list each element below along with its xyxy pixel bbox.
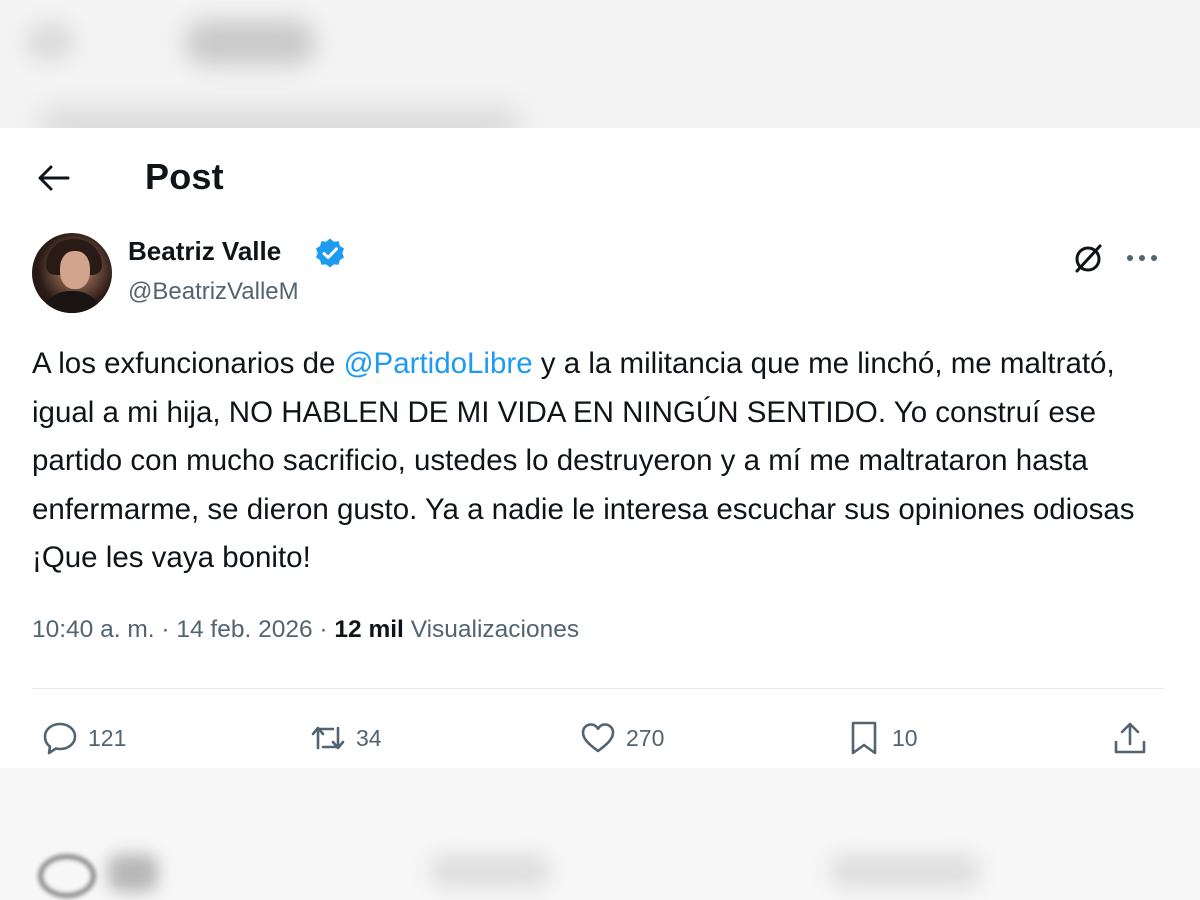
meta-separator: · [319, 616, 328, 643]
reply-icon [43, 722, 77, 755]
post-text-part: A los exfuncionarios de [32, 347, 344, 380]
like-count: 270 [626, 724, 665, 751]
blurred-background-top [0, 0, 1200, 130]
heart-icon [581, 723, 615, 753]
blurred-shape [25, 22, 75, 62]
post-card: Post Beatriz Valle @BeatrizValleM A los … [0, 128, 1200, 768]
divider [32, 688, 1164, 689]
bookmark-button[interactable]: 10 [844, 713, 918, 763]
back-button[interactable] [30, 158, 76, 198]
views-label: Visualizaciones [410, 616, 580, 643]
blurred-reply-icon [38, 854, 96, 898]
avatar[interactable] [32, 233, 112, 313]
mention-link[interactable]: @PartidoLibre [344, 347, 533, 380]
post-meta: 10:40 a. m. · 14 feb. 2026 · 12 mil Visu… [32, 616, 579, 644]
post-date[interactable]: 14 feb. 2026 [176, 616, 312, 643]
bookmark-count: 10 [892, 724, 918, 751]
share-button[interactable] [1110, 713, 1150, 763]
post-text: A los exfuncionarios de @PartidoLibre y … [32, 340, 1172, 583]
repost-icon [311, 726, 345, 750]
blurred-shape [40, 110, 520, 130]
grok-button[interactable] [1068, 238, 1108, 278]
page-title: Post [145, 156, 224, 197]
blurred-shape [185, 20, 315, 65]
reply-count: 121 [88, 724, 127, 751]
repost-count: 34 [356, 724, 382, 751]
blurred-background-bottom [0, 768, 1200, 900]
bookmark-icon [851, 721, 877, 755]
meta-separator: · [161, 616, 170, 643]
post-header: Post [0, 128, 1200, 223]
verified-badge-icon [316, 238, 344, 268]
like-button[interactable]: 270 [578, 713, 664, 763]
author-handle[interactable]: @BeatrizValleM [128, 278, 299, 306]
more-horizontal-icon [1127, 255, 1157, 261]
action-bar: 121 34 270 10 [0, 713, 1200, 763]
reply-button[interactable]: 121 [40, 713, 126, 763]
post-text-part: y a la militancia que me linchó, me malt… [32, 347, 1135, 574]
post-time[interactable]: 10:40 a. m. [32, 616, 155, 643]
arrow-left-icon [38, 165, 70, 191]
author-name[interactable]: Beatriz Valle [128, 236, 281, 267]
repost-button[interactable]: 34 [308, 713, 382, 763]
more-options-button[interactable] [1120, 238, 1164, 278]
grok-icon [1075, 244, 1102, 273]
blurred-shape [430, 854, 550, 888]
blurred-shape [108, 854, 158, 892]
blurred-shape [830, 854, 980, 888]
views-count: 12 mil [334, 616, 404, 643]
share-icon [1114, 722, 1146, 754]
